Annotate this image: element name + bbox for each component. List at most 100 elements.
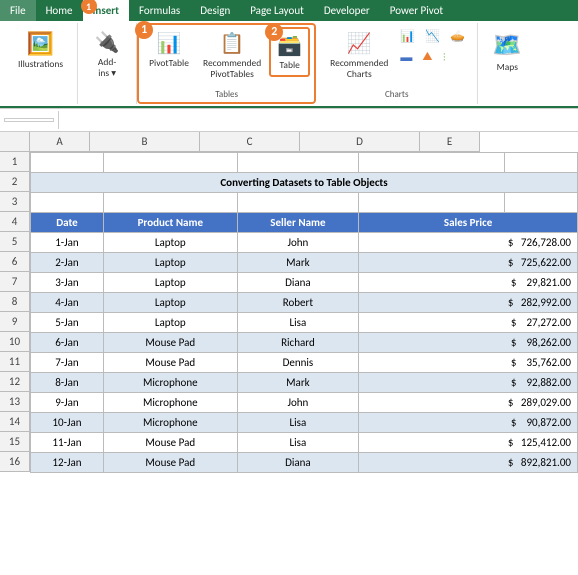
- tab-power-pivot[interactable]: Power Pivot: [380, 0, 453, 21]
- col-header-d[interactable]: D: [300, 132, 420, 152]
- cell-product[interactable]: Microphone: [103, 392, 237, 412]
- recommended-pivot-button[interactable]: 📋 RecommendedPivotTables: [197, 27, 267, 85]
- col-header-a[interactable]: A: [30, 132, 90, 152]
- cell-price[interactable]: $ 125,412.00: [359, 432, 578, 452]
- cell-reference[interactable]: [4, 118, 54, 122]
- cell-price[interactable]: $ 725,622.00: [359, 252, 578, 272]
- cell-date[interactable]: 8-Jan: [31, 372, 104, 392]
- col-header-b[interactable]: B: [90, 132, 200, 152]
- cell-date[interactable]: 3-Jan: [31, 272, 104, 292]
- cell-date[interactable]: 5-Jan: [31, 312, 104, 332]
- column-chart-button[interactable]: 📊: [396, 27, 419, 46]
- cell-seller[interactable]: John: [237, 392, 359, 412]
- cell-date[interactable]: 10-Jan: [31, 412, 104, 432]
- cell-product[interactable]: Laptop: [103, 292, 237, 312]
- cell-price[interactable]: $ 98,262.00: [359, 332, 578, 352]
- cell-product[interactable]: Microphone: [103, 372, 237, 392]
- cell-date[interactable]: 6-Jan: [31, 332, 104, 352]
- cell-c3[interactable]: [237, 192, 359, 212]
- cell-seller[interactable]: Richard: [237, 332, 359, 352]
- cell-date[interactable]: 11-Jan: [31, 432, 104, 452]
- cell-product[interactable]: Mouse Pad: [103, 352, 237, 372]
- cell-price[interactable]: $ 35,762.00: [359, 352, 578, 372]
- grid-container: 1 2 3 4 5 6 7 8 9 10 11 12 13 14 15 16 A…: [0, 132, 578, 473]
- insert-tab-badge: 1: [81, 0, 97, 14]
- cell-price[interactable]: $ 90,872.00: [359, 412, 578, 432]
- cell-seller[interactable]: Mark: [237, 372, 359, 392]
- line-chart-button[interactable]: 📉: [421, 27, 444, 46]
- cell-price[interactable]: $ 892,821.00: [359, 452, 578, 472]
- table-row: 2-Jan Laptop Mark $ 725,622.00: [31, 252, 578, 272]
- col-header-c[interactable]: C: [200, 132, 300, 152]
- header-sales[interactable]: Sales Price: [359, 212, 578, 232]
- cell-e1[interactable]: [505, 152, 578, 172]
- addins-button[interactable]: 🔌 Add-ins ▾: [86, 27, 128, 84]
- charts-group-label: Charts: [385, 85, 409, 100]
- cell-seller[interactable]: Diana: [237, 452, 359, 472]
- maps-button[interactable]: 🗺️ Maps: [486, 27, 528, 77]
- cell-date[interactable]: 1-Jan: [31, 232, 104, 252]
- cell-c1[interactable]: [237, 152, 359, 172]
- bar-chart-button[interactable]: ▬: [396, 48, 416, 67]
- tab-page-layout[interactable]: Page Layout: [240, 0, 314, 21]
- cell-date[interactable]: 7-Jan: [31, 352, 104, 372]
- table-row: 7-Jan Mouse Pad Dennis $ 35,762.00: [31, 352, 578, 372]
- area-chart-button[interactable]: ⛰: [418, 48, 436, 67]
- illustrations-button[interactable]: 🖼️ Illustrations: [12, 27, 69, 75]
- cell-seller[interactable]: Lisa: [237, 412, 359, 432]
- cell-seller[interactable]: Lisa: [237, 312, 359, 332]
- header-date[interactable]: Date: [31, 212, 104, 232]
- group-maps: 🗺️ Maps: [478, 23, 536, 104]
- tab-file[interactable]: File: [0, 0, 36, 21]
- scatter-chart-button[interactable]: ⁝: [439, 48, 451, 67]
- row-header-4: 4: [0, 212, 30, 232]
- cell-date[interactable]: 9-Jan: [31, 392, 104, 412]
- cell-price[interactable]: $ 289,029.00: [359, 392, 578, 412]
- tab-formulas[interactable]: Formulas: [129, 0, 190, 21]
- cell-product[interactable]: Microphone: [103, 412, 237, 432]
- illustrations-label: Illustrations: [18, 59, 63, 70]
- cell-seller[interactable]: John: [237, 232, 359, 252]
- cell-d1[interactable]: [359, 152, 505, 172]
- pie-chart-icon: 🥧: [450, 29, 465, 44]
- cell-b1[interactable]: [103, 152, 237, 172]
- header-seller[interactable]: Seller Name: [237, 212, 359, 232]
- recommended-pivot-label: RecommendedPivotTables: [203, 58, 261, 81]
- cell-seller[interactable]: Robert: [237, 292, 359, 312]
- cell-price[interactable]: $ 29,821.00: [359, 272, 578, 292]
- cell-product[interactable]: Laptop: [103, 272, 237, 292]
- cell-product[interactable]: Mouse Pad: [103, 452, 237, 472]
- table-row: 5-Jan Laptop Lisa $ 27,272.00: [31, 312, 578, 332]
- recommended-charts-button[interactable]: 📈 RecommendedCharts: [324, 27, 394, 85]
- cell-price[interactable]: $ 92,882.00: [359, 372, 578, 392]
- cell-a3[interactable]: [31, 192, 104, 212]
- cell-seller[interactable]: Mark: [237, 252, 359, 272]
- cell-product[interactable]: Laptop: [103, 312, 237, 332]
- row-header-6: 6: [0, 252, 30, 272]
- cell-seller[interactable]: Lisa: [237, 432, 359, 452]
- cell-date[interactable]: 2-Jan: [31, 252, 104, 272]
- row-header-2: 2: [0, 172, 30, 192]
- cell-seller[interactable]: Diana: [237, 272, 359, 292]
- cell-price[interactable]: $ 726,728.00: [359, 232, 578, 252]
- header-product[interactable]: Product Name: [103, 212, 237, 232]
- tab-design[interactable]: Design: [190, 0, 240, 21]
- cell-seller[interactable]: Dennis: [237, 352, 359, 372]
- cell-product[interactable]: Mouse Pad: [103, 332, 237, 352]
- tab-insert[interactable]: 1 Insert: [83, 0, 130, 21]
- cell-product[interactable]: Laptop: [103, 232, 237, 252]
- cell-a1[interactable]: [31, 152, 104, 172]
- cell-product[interactable]: Laptop: [103, 252, 237, 272]
- cell-b3[interactable]: [103, 192, 237, 212]
- cell-e3[interactable]: [505, 192, 578, 212]
- cell-product[interactable]: Mouse Pad: [103, 432, 237, 452]
- pie-chart-button[interactable]: 🥧: [446, 27, 469, 46]
- col-header-e[interactable]: E: [420, 132, 480, 152]
- cell-price[interactable]: $ 27,272.00: [359, 312, 578, 332]
- cell-d3[interactable]: [359, 192, 505, 212]
- tab-developer[interactable]: Developer: [314, 0, 380, 21]
- cell-date[interactable]: 4-Jan: [31, 292, 104, 312]
- cell-date[interactable]: 12-Jan: [31, 452, 104, 472]
- cell-price[interactable]: $ 282,992.00: [359, 292, 578, 312]
- tab-home[interactable]: Home: [36, 0, 83, 21]
